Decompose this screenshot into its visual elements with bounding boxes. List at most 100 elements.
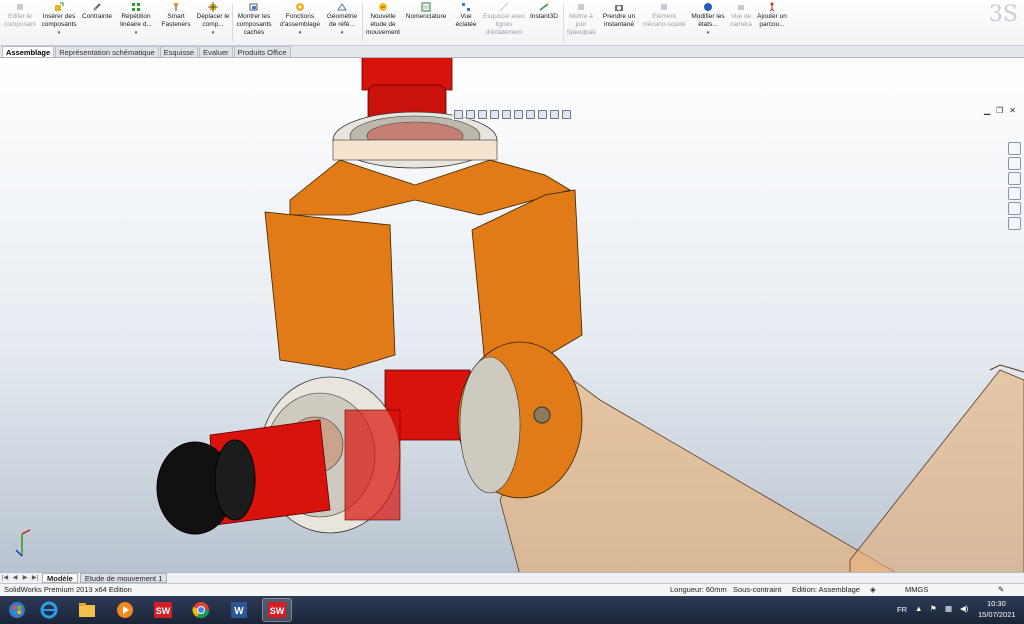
smart-fasteners-icon	[174, 3, 178, 11]
taskbar-solidworks[interactable]: SW	[148, 598, 178, 622]
rebuild-icon[interactable]: ◈	[870, 584, 876, 596]
graphics-area[interactable]: ▁ ❐ ✕	[0, 58, 1024, 572]
zoom-area-icon[interactable]	[466, 109, 475, 119]
section-view-icon[interactable]	[490, 109, 499, 119]
take-snapshot-button[interactable]: Prendre un instantané	[600, 2, 638, 44]
chrome-icon	[192, 602, 210, 619]
explode-line-sketch-button[interactable]: Esquisse avec lignes d'éclatement	[482, 2, 526, 44]
ribbon-separator	[232, 4, 233, 42]
tab-motion-study[interactable]: Etude de mouvement 1	[79, 573, 168, 583]
exploded-view-button[interactable]: Vue éclatée	[450, 2, 482, 44]
taskbar-word[interactable]: W	[224, 598, 254, 622]
edit-component-icon	[17, 4, 23, 10]
tab-assemblage[interactable]: Assemblage	[2, 46, 55, 57]
update-speedpak-button[interactable]: Mettre à jour Speedpak	[564, 2, 598, 44]
bom-button[interactable]: Nomenclature	[404, 2, 448, 44]
display-style-icon[interactable]	[514, 109, 523, 119]
modify-display-states-button[interactable]: Modifier les états... ▾	[690, 2, 726, 44]
model-tabs-bar: |◀ ◀ ▶ ▶| Modèle Etude de mouvement 1	[0, 572, 1024, 583]
taskbar-chrome[interactable]	[186, 598, 216, 622]
instant3d-button[interactable]: Instant3D	[526, 2, 562, 44]
reference-geometry-button[interactable]: Géométrie de réfé... ▾	[324, 2, 360, 44]
speedpak-icon	[578, 4, 584, 10]
view-orientation-icon[interactable]	[502, 109, 511, 119]
design-library-icon[interactable]	[1008, 157, 1021, 170]
edit-component-button[interactable]: Editer le composant	[2, 2, 38, 44]
action-center-icon[interactable]: ⚑	[930, 604, 937, 613]
tab-evaluate[interactable]: Evaluer	[199, 46, 233, 57]
show-hidden-components-button[interactable]: Montrer les composants cachés	[234, 2, 274, 44]
custom-properties-icon[interactable]	[1008, 217, 1021, 230]
taskbar-media-player[interactable]	[110, 598, 140, 622]
close-icon[interactable]: ✕	[1009, 106, 1016, 115]
tab-model[interactable]: Modèle	[42, 573, 78, 583]
right-fork-shell[interactable]	[471, 189, 583, 366]
insert-components-icon	[55, 2, 64, 11]
camera-view-button[interactable]: Vue de caméra	[726, 2, 756, 44]
instant3d-icon	[539, 3, 549, 11]
insert-components-button[interactable]: Insérer des composants ▾	[40, 2, 78, 44]
clock-date[interactable]: 15/07/2021	[978, 610, 1016, 619]
display-states-icon	[704, 3, 712, 11]
clock-time[interactable]: 10:30	[987, 599, 1006, 608]
tab-schematic[interactable]: Représentation schématique	[55, 46, 159, 57]
robot-arm-model[interactable]	[0, 58, 1024, 572]
linear-pattern-button[interactable]: Répétition linéaire d... ▾	[116, 2, 156, 44]
volume-icon[interactable]: ◀)	[960, 604, 968, 613]
left-fork-shell[interactable]	[264, 211, 396, 371]
move-component-button[interactable]: Déplacer le comp... ▾	[196, 2, 230, 44]
appearance-icon[interactable]	[538, 109, 547, 119]
camera-view-icon	[738, 5, 744, 10]
scene-icon[interactable]	[550, 109, 559, 119]
chevron-down-icon: ▾	[298, 30, 302, 36]
taskbar-solidworks-active[interactable]: SW	[262, 598, 292, 622]
language-indicator[interactable]: FR	[897, 605, 907, 614]
weldment-button[interactable]: Elément mécano-soudé	[640, 2, 688, 44]
tab-office-products[interactable]: Produits Office	[233, 46, 291, 57]
right-link-body[interactable]	[849, 369, 1024, 572]
minimize-icon[interactable]: ▁	[984, 106, 990, 115]
add-walkthrough-button[interactable]: Ajouter un parcou...	[756, 2, 788, 44]
mate-icon	[93, 3, 101, 11]
view-palette-icon[interactable]	[1008, 187, 1021, 200]
assembly-features-button[interactable]: Fonctions d'assemblage ▾	[278, 2, 322, 44]
file-explorer-pane-icon[interactable]	[1008, 172, 1021, 185]
document-window-controls: ▁ ❐ ✕	[984, 106, 1016, 115]
chevron-down-icon: ▾	[134, 30, 138, 36]
show-hidden-icons-icon[interactable]: ▲	[915, 604, 922, 613]
command-manager-tabs: Assemblage Représentation schématique Es…	[0, 46, 1024, 58]
next-tab-icon[interactable]: ▶	[20, 574, 30, 583]
appearances-icon[interactable]	[1008, 202, 1021, 215]
chevron-down-icon: ▾	[211, 30, 215, 36]
zoom-fit-icon[interactable]	[454, 109, 463, 119]
command-manager: Editer le composant Insérer des composan…	[0, 0, 1024, 46]
network-icon[interactable]: ▦	[945, 604, 952, 613]
view-settings-icon[interactable]	[562, 109, 571, 119]
start-button[interactable]	[2, 598, 32, 622]
taskbar-ie[interactable]	[34, 598, 64, 622]
heads-up-view-toolbar	[452, 108, 573, 120]
taskbar-explorer[interactable]	[72, 598, 102, 622]
media-player-icon	[117, 602, 133, 618]
status-bar: SolidWorks Premium 2013 x64 Edition Long…	[0, 583, 1024, 596]
word-icon: W	[231, 602, 247, 618]
solidworks-resources-icon[interactable]	[1008, 142, 1021, 155]
last-tab-icon[interactable]: ▶|	[30, 574, 40, 583]
smart-fasteners-button[interactable]: Smart Fasteners	[158, 2, 194, 44]
previous-view-icon[interactable]	[478, 109, 487, 119]
file-explorer-icon	[79, 603, 95, 617]
new-motion-study-button[interactable]: Nouvelle étude de mouvement	[364, 2, 402, 44]
status-units[interactable]: MMGS	[905, 584, 928, 596]
hide-show-icon[interactable]	[526, 109, 535, 119]
tooltip-icon[interactable]: ✎	[998, 584, 1004, 596]
mate-button[interactable]: Contrainte	[80, 2, 114, 44]
tab-sketch[interactable]: Esquisse	[159, 46, 199, 57]
svg-text:SW: SW	[156, 606, 171, 616]
snapshot-icon	[615, 5, 623, 11]
restore-icon[interactable]: ❐	[996, 106, 1003, 115]
windows-taskbar: SW W SW FR ▲ ⚑ ▦ ◀) 10:30 15/07/2021	[0, 596, 1024, 624]
chevron-down-icon: ▾	[57, 30, 61, 36]
prev-tab-icon[interactable]: ◀	[10, 574, 20, 583]
move-component-icon	[208, 2, 218, 12]
first-tab-icon[interactable]: |◀	[0, 574, 10, 583]
